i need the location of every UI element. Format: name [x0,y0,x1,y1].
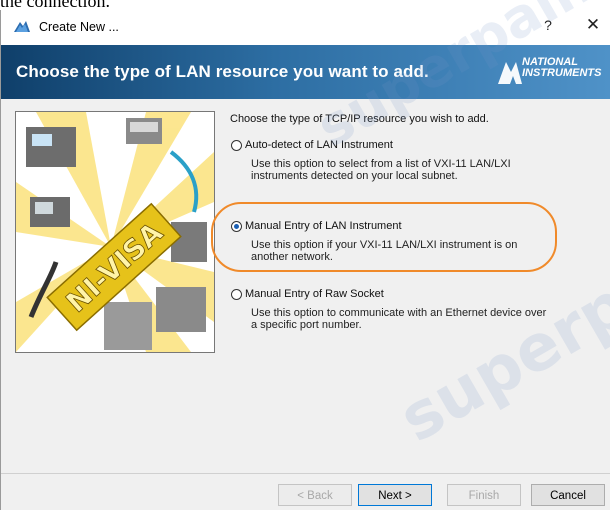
page-text-above: the connection. [0,0,610,9]
radio-auto-detect[interactable] [231,140,242,151]
window-title: Create New ... [39,20,119,34]
title-bar: Create New ... ? ✕ [1,10,610,45]
option-label[interactable]: Auto-detect of LAN Instrument [245,139,393,151]
logo-text: NATIONAL INSTRUMENTS [522,57,601,79]
back-button[interactable]: < Back [278,484,352,506]
ni-app-icon [14,21,30,32]
above-text-label: the connection. [0,0,110,9]
header-banner: Choose the type of LAN resource you want… [1,45,610,99]
option-description: Use this option to communicate with an E… [251,307,547,331]
cancel-button[interactable]: Cancel [531,484,605,506]
footer-divider [1,473,610,474]
illustration-graphic: NI-VISA [16,112,214,352]
next-button[interactable]: Next > [358,484,432,506]
option-label[interactable]: Manual Entry of Raw Socket [245,288,384,300]
option-description: Use this option to select from a list of… [251,158,511,182]
blurred-text-fragment [168,0,348,1]
annotation-highlight-oval [211,202,557,272]
close-button[interactable]: ✕ [582,15,604,35]
banner-title: Choose the type of LAN resource you want… [16,62,429,81]
logo-line2: INSTRUMENTS [522,67,602,79]
resource-prompt: Choose the type of TCP/IP resource you w… [230,113,489,125]
dialog-window: Create New ... ? ✕ Choose the type of LA… [0,10,610,510]
radio-raw-socket[interactable] [231,289,242,300]
ni-visa-illustration: NI-VISA [15,111,215,353]
help-button[interactable]: ? [537,17,559,33]
finish-button[interactable]: Finish [447,484,521,506]
